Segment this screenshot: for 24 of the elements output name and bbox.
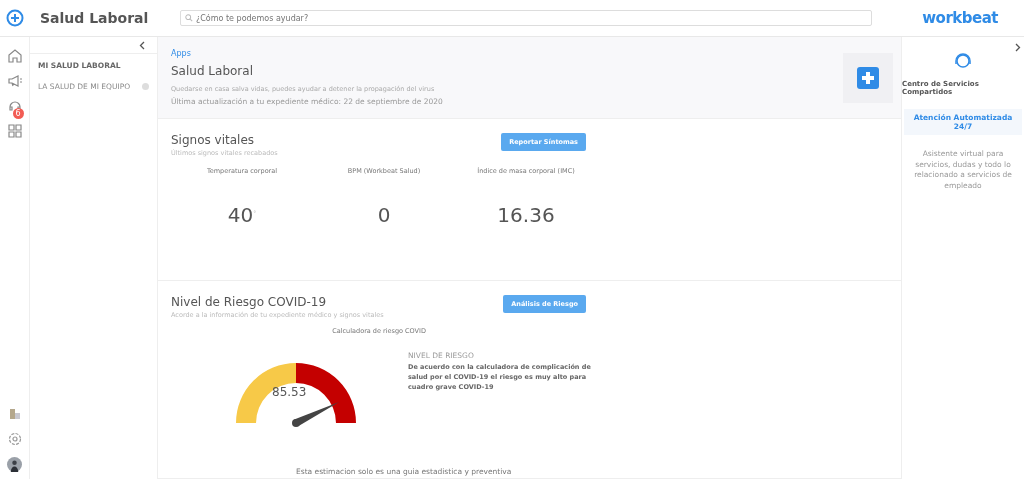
vital-value: 16.36 [497,203,555,227]
plus-logo-icon[interactable] [6,9,24,27]
notification-badge: 6 [12,108,24,119]
brand-logo[interactable]: workbeat [922,9,998,27]
building-icon[interactable] [8,408,21,420]
avatar-icon[interactable] [7,456,22,472]
section-title: Nivel de Riesgo COVID-19 [171,295,328,309]
medical-cross-icon [857,66,879,89]
vital-value: 40 [227,203,254,227]
gauge-value: 85.53 [272,385,307,399]
settings-icon[interactable] [7,432,22,446]
search-field[interactable]: ¿Cómo te podemos ayudar? [180,10,872,26]
expand-icon[interactable] [1015,43,1021,52]
megaphone-icon[interactable] [6,72,23,90]
app-title: Salud Laboral [40,10,150,26]
section-title: Signos vitales [171,133,256,147]
page-title: Salud Laboral [171,64,254,78]
search-icon [185,14,193,22]
vital-value: 0 [377,203,391,227]
headset-icon [953,51,973,71]
collapse-icon[interactable] [139,40,145,50]
home-icon[interactable] [6,47,23,65]
breadcrumb-link[interactable]: Apps [171,49,443,58]
grid-icon[interactable] [6,122,23,140]
